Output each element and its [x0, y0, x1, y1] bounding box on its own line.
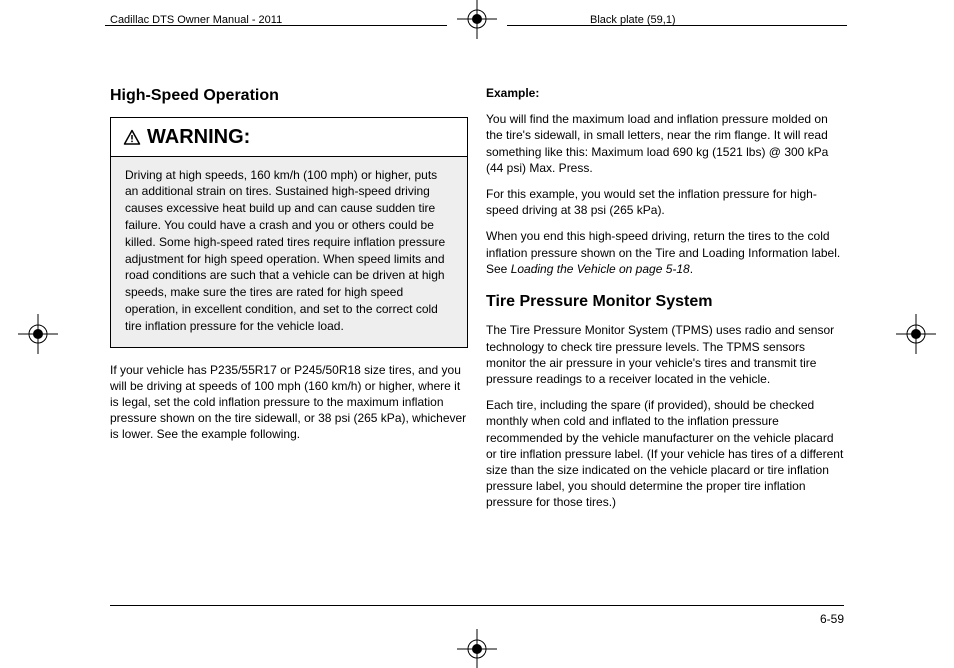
example-paragraph-1: You will find the maximum load and infla…	[486, 111, 844, 176]
registration-mark-top-icon	[457, 0, 497, 39]
tpms-paragraph-1: The Tire Pressure Monitor System (TPMS) …	[486, 322, 844, 387]
paragraph-tire-sizes: If your vehicle has P235/55R17 or P245/5…	[110, 362, 468, 443]
footer-rule	[110, 605, 844, 606]
example-paragraph-2: For this example, you would set the infl…	[486, 186, 844, 218]
content-area: High-Speed Operation WARNING: Driving at…	[110, 80, 844, 598]
warning-box: WARNING: Driving at high speeds, 160 km/…	[110, 117, 468, 348]
crossref-loading-vehicle: Loading the Vehicle on page 5‑18	[511, 262, 690, 276]
header-rule-right	[507, 25, 847, 26]
warning-title-bar: WARNING:	[111, 118, 467, 157]
registration-mark-bottom-icon	[457, 629, 497, 668]
warning-triangle-icon	[123, 128, 141, 146]
example-paragraph-3: When you end this high-speed driving, re…	[486, 228, 844, 277]
left-column: High-Speed Operation WARNING: Driving at…	[110, 85, 468, 453]
heading-high-speed-operation: High-Speed Operation	[110, 85, 468, 107]
tpms-paragraph-2: Each tire, including the spare (if provi…	[486, 397, 844, 510]
page-number: 6-59	[820, 612, 844, 626]
heading-tpms: Tire Pressure Monitor System	[486, 291, 844, 313]
header-rule-left	[105, 25, 447, 26]
page: Cadillac DTS Owner Manual - 2011 Black p…	[0, 0, 954, 668]
registration-mark-right-icon	[896, 314, 936, 354]
example-label: Example:	[486, 85, 844, 101]
registration-mark-left-icon	[18, 314, 58, 354]
warning-body-text: Driving at high speeds, 160 km/h (100 mp…	[111, 157, 467, 347]
right-column: Example: You will find the maximum load …	[486, 85, 844, 521]
warning-label: WARNING:	[147, 124, 250, 151]
